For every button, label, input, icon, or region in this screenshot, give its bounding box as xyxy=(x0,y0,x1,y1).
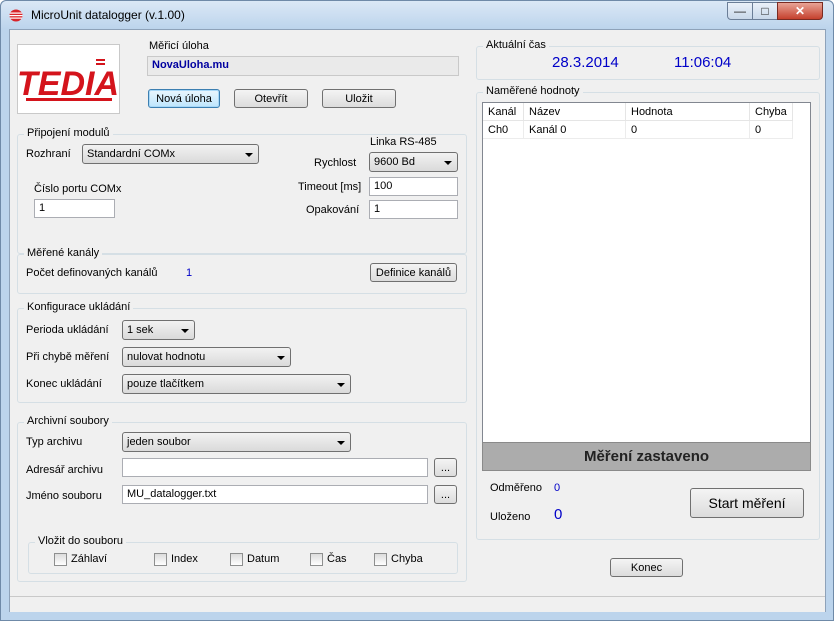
storage-group-title: Konfigurace ukládání xyxy=(24,301,134,313)
module-group-title: Připojení modulů xyxy=(24,127,113,139)
period-value: 1 sek xyxy=(127,324,154,336)
date-checkbox-label: Datum xyxy=(247,553,280,565)
file-name-input[interactable]: MU_datalogger.txt xyxy=(122,485,428,504)
maximize-icon: □ xyxy=(761,4,769,18)
interface-select[interactable]: Standardní COMx xyxy=(82,144,259,164)
archive-dir-input[interactable] xyxy=(122,458,428,477)
window-title: MicroUnit datalogger (v.1.00) xyxy=(31,8,185,22)
minimize-icon: — xyxy=(734,4,746,18)
cell-name[interactable]: Kanál 0 xyxy=(524,121,626,139)
current-clock: 11:06:04 xyxy=(674,54,732,71)
interface-label: Rozhraní xyxy=(26,148,71,160)
archive-dir-label: Adresář archivu xyxy=(26,464,104,476)
timeout-input[interactable]: 100 xyxy=(369,177,458,196)
column-header-value[interactable]: Hodnota xyxy=(626,103,750,121)
maximize-button[interactable]: □ xyxy=(752,2,778,20)
port-input[interactable]: 1 xyxy=(34,199,115,218)
period-label: Perioda ukládání xyxy=(26,324,109,336)
header-checkbox-label: Záhlaví xyxy=(71,553,108,565)
timeout-label: Timeout [ms] xyxy=(298,181,362,193)
values-table[interactable]: Kanál Název Hodnota Chyba Ch0 Kanál 0 0 … xyxy=(482,102,811,443)
app-window: MicroUnit datalogger (v.1.00) — □ ✕ TEDI… xyxy=(0,0,834,621)
close-button[interactable]: ✕ xyxy=(777,2,823,20)
tedia-logo: TEDIA xyxy=(17,44,120,114)
date-checkbox[interactable] xyxy=(230,553,243,566)
rs485-label: Linka RS-485 xyxy=(370,136,437,148)
open-task-button[interactable]: Otevřít xyxy=(234,89,308,108)
cell-value[interactable]: 0 xyxy=(626,121,750,139)
measured-group-title: Naměřené hodnoty xyxy=(483,85,583,97)
archive-group-title: Archivní soubory xyxy=(24,415,112,427)
interface-value: Standardní COMx xyxy=(87,148,176,160)
speed-select[interactable]: 9600 Bd xyxy=(369,152,458,172)
logo-graphic: TEDIA xyxy=(17,59,119,103)
index-checkbox-label: Index xyxy=(171,553,198,565)
repeat-input[interactable]: 1 xyxy=(369,200,458,219)
error-select[interactable]: nulovat hodnotu xyxy=(122,347,291,367)
column-header-error[interactable]: Chyba xyxy=(750,103,793,121)
speed-label: Rychlost xyxy=(314,157,357,169)
define-channels-button[interactable]: Definice kanálů xyxy=(370,263,457,282)
error-value: nulovat hodnotu xyxy=(127,351,206,363)
measured-count-value: 0 xyxy=(554,482,561,494)
time-checkbox[interactable] xyxy=(310,553,323,566)
end-select[interactable]: pouze tlačítkem xyxy=(122,374,351,394)
archive-type-label: Typ archivu xyxy=(26,436,83,448)
task-name-field: NovaUloha.mu xyxy=(147,56,459,76)
saved-count-label: Uloženo xyxy=(490,511,531,523)
chevron-down-icon xyxy=(337,441,345,445)
status-bar xyxy=(10,596,825,612)
chevron-down-icon xyxy=(277,356,285,360)
client-area: TEDIA Měřicí úloha NovaUloha.mu Nová úlo… xyxy=(9,29,826,612)
current-date: 28.3.2014 xyxy=(552,54,619,71)
chevron-down-icon xyxy=(444,161,452,165)
title-bar[interactable]: MicroUnit datalogger (v.1.00) — □ ✕ xyxy=(1,1,833,29)
time-label: Aktuální čas xyxy=(483,39,549,51)
archive-type-select[interactable]: jeden soubor xyxy=(122,432,351,452)
end-label: Konec ukládání xyxy=(26,378,102,390)
measured-count-label: Odměřeno xyxy=(490,482,542,494)
new-task-button[interactable]: Nová úloha xyxy=(148,89,220,108)
archive-type-value: jeden soubor xyxy=(127,436,191,448)
channels-group-title: Měřené kanály xyxy=(24,247,103,259)
chevron-down-icon xyxy=(181,329,189,333)
error-checkbox[interactable] xyxy=(374,553,387,566)
insert-group-title: Vložit do souboru xyxy=(35,535,126,547)
index-checkbox[interactable] xyxy=(154,553,167,566)
channel-count-label: Počet definovaných kanálů xyxy=(26,267,158,279)
save-task-button[interactable]: Uložit xyxy=(322,89,396,108)
current-time-group: Aktuální čas xyxy=(476,39,820,80)
port-label: Číslo portu COMx xyxy=(34,183,122,195)
chevron-down-icon xyxy=(337,383,345,387)
file-name-label: Jméno souboru xyxy=(26,490,102,502)
close-icon: ✕ xyxy=(794,4,806,18)
speed-value: 9600 Bd xyxy=(374,156,415,168)
repeat-label: Opakování xyxy=(306,204,360,216)
cell-channel[interactable]: Ch0 xyxy=(483,121,524,139)
saved-count-value: 0 xyxy=(554,506,563,523)
error-checkbox-label: Chyba xyxy=(391,553,423,565)
browse-dir-button[interactable]: ... xyxy=(434,458,457,477)
task-label: Měřicí úloha xyxy=(149,40,209,52)
time-checkbox-label: Čas xyxy=(327,553,347,565)
logo-text: TEDIA xyxy=(18,65,119,103)
measurement-status: Měření zastaveno xyxy=(482,442,811,471)
header-checkbox[interactable] xyxy=(54,553,67,566)
column-header-name[interactable]: Název xyxy=(524,103,626,121)
column-header-channel[interactable]: Kanál xyxy=(483,103,524,121)
browse-file-button[interactable]: ... xyxy=(434,485,457,504)
end-value: pouze tlačítkem xyxy=(127,378,205,390)
minimize-button[interactable]: — xyxy=(727,2,753,20)
period-select[interactable]: 1 sek xyxy=(122,320,195,340)
exit-button[interactable]: Konec xyxy=(610,558,683,577)
channel-count-value: 1 xyxy=(186,267,193,279)
cell-error[interactable]: 0 xyxy=(750,121,793,139)
error-label: Při chybě měření xyxy=(26,351,110,363)
chevron-down-icon xyxy=(245,153,253,157)
start-measurement-button[interactable]: Start měření xyxy=(690,488,804,518)
app-icon xyxy=(9,9,23,22)
